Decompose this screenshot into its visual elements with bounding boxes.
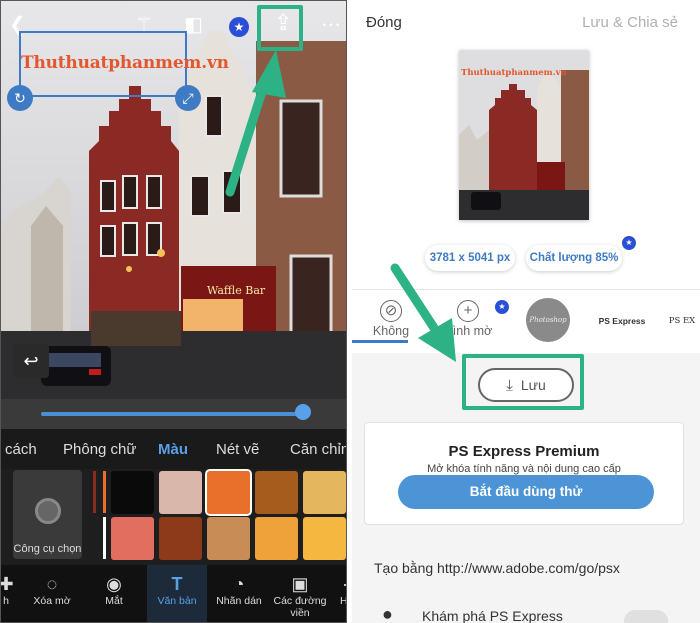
color-swatch[interactable] xyxy=(205,469,252,516)
svg-text:Waffle Bar: Waffle Bar xyxy=(207,284,266,297)
option-label: Hình mờ xyxy=(443,324,493,338)
nav-blur[interactable]: ◌ Xóa mờ xyxy=(25,565,79,622)
created-with-link[interactable]: Tạo bằng http://www.adobe.com/go/psx xyxy=(374,560,620,576)
blur-icon: ◌ xyxy=(46,574,58,594)
explore-toggle[interactable] xyxy=(624,610,668,623)
nav-heal[interactable]: ✚h xyxy=(1,565,23,622)
tool-label: Công cụ chọn xyxy=(13,543,82,555)
color-swatch[interactable] xyxy=(303,471,346,514)
color-swatch[interactable] xyxy=(111,517,154,560)
add-watermark-icon: + xyxy=(457,300,479,322)
explore-label: Khám phá PS Express xyxy=(422,608,563,623)
tab-font[interactable]: Phông chữ xyxy=(63,441,136,458)
preview-area: Thuthuatphanmem.vn 3781 x 5041 px Chất l… xyxy=(352,46,700,289)
color-picker: Công cụ chọn xyxy=(1,469,346,565)
watermark-text[interactable]: Thuthuatphanmem.vn xyxy=(21,53,229,73)
text-options-tabs: cách Phông chữ Màu Nét vẽ Căn chỉnh xyxy=(1,429,346,469)
option-label: Không xyxy=(372,324,410,338)
premium-star-icon: ★ xyxy=(622,236,636,250)
ps-express-logo: PS EX xyxy=(668,316,696,326)
more-icon[interactable]: ⋯ xyxy=(321,15,341,35)
nav-label: Các đường viền xyxy=(273,595,327,619)
color-swatch[interactable] xyxy=(159,517,202,560)
ps-express-seal: Photoshop Express xyxy=(526,298,570,368)
premium-star-icon: ★ xyxy=(495,300,509,314)
undo-icon[interactable]: ↩ xyxy=(13,344,49,378)
more-icon: · xyxy=(335,573,346,595)
nav-label: Mắt xyxy=(105,595,123,607)
share-highlight-box xyxy=(257,5,303,51)
start-trial-button[interactable]: Bắt đầu dùng thử xyxy=(398,475,654,509)
color-swatch[interactable] xyxy=(255,517,298,560)
watermark-option-logo[interactable]: PS Express xyxy=(596,290,648,354)
save-highlight-box xyxy=(462,354,584,410)
color-swatch[interactable] xyxy=(111,471,154,514)
color-swatch[interactable] xyxy=(207,517,250,560)
nav-label: Hi xyxy=(340,595,347,607)
premium-star-icon: ★ xyxy=(229,17,249,37)
slider-track[interactable] xyxy=(41,412,303,416)
watermark-option-seal[interactable]: Photoshop Express xyxy=(524,290,572,368)
eyedropper-icon xyxy=(35,498,61,524)
globe-icon: ● xyxy=(382,604,393,623)
premium-subtitle: Mở khóa tính năng và nội dung cao cấp xyxy=(427,463,621,475)
nav-eyes[interactable]: ◉ Mắt xyxy=(87,565,141,622)
header: Đóng Lưu & Chia sẻ xyxy=(352,0,700,46)
page-title: Lưu & Chia sẻ xyxy=(582,14,678,31)
left-editor-panel: Waffle Bar ❮ ⚚ ◧ ★ ⇪ ⋯ Thuthuatphanmem.v… xyxy=(0,0,347,623)
premium-title: PS Express Premium xyxy=(448,443,600,460)
tab-style[interactable]: cách xyxy=(5,441,37,458)
watermark-option-logo-alt[interactable]: PS EX xyxy=(662,290,700,354)
nav-label: Văn bản xyxy=(157,595,197,607)
sticker-icon: ◔ xyxy=(233,574,245,594)
resize-handle-icon[interactable]: ⤢ xyxy=(175,85,201,111)
watermark-option-custom[interactable]: + Hình mờ xyxy=(438,290,498,354)
quality-pill[interactable]: Chất lượng 85% xyxy=(526,245,622,271)
nav-text[interactable]: T Văn bản xyxy=(147,565,207,622)
close-button[interactable]: Đóng xyxy=(366,14,402,31)
nav-more[interactable]: ·Hi xyxy=(335,565,347,622)
save-share-panel: Đóng Lưu & Chia sẻ Thuthuatphanmem.vn 37… xyxy=(352,0,700,623)
hue-bar[interactable] xyxy=(93,471,96,513)
brightness-bar[interactable] xyxy=(103,517,106,559)
opacity-slider[interactable] xyxy=(1,399,346,429)
eye-icon: ◉ xyxy=(106,574,122,594)
watermark-option-none[interactable]: ⊘ Không xyxy=(366,290,416,354)
nav-label: Xóa mờ xyxy=(33,595,71,607)
color-swatch[interactable] xyxy=(255,471,298,514)
dimension-pill: 3781 x 5041 px xyxy=(425,245,515,271)
color-swatch[interactable] xyxy=(159,471,202,514)
color-swatch[interactable] xyxy=(303,517,346,560)
eyedropper-tool[interactable]: Công cụ chọn xyxy=(13,470,82,559)
nav-label: Nhãn dán xyxy=(216,595,262,607)
no-watermark-icon: ⊘ xyxy=(380,300,402,322)
rotate-handle-icon[interactable]: ↻ xyxy=(7,85,33,111)
bandage-icon: ✚ xyxy=(1,573,23,595)
hue-bar-accent[interactable] xyxy=(103,471,106,513)
watermark-options: ⊘ Không + Hình mờ ★ Photoshop Express PS E… xyxy=(352,289,700,368)
image-thumbnail: Thuthuatphanmem.vn xyxy=(459,50,589,220)
tab-stroke[interactable]: Nét vẽ xyxy=(216,441,259,458)
premium-card: PS Express Premium Mở khóa tính năng và … xyxy=(364,422,684,525)
slider-thumb[interactable] xyxy=(295,404,311,420)
border-icon: ▣ xyxy=(291,574,309,594)
bottom-tool-nav: ✚h ◌Xóa mờ ◉Mắt TVăn bản ◔Nhãn dán ▣Các … xyxy=(1,565,347,622)
tab-color[interactable]: Màu xyxy=(158,441,188,458)
nav-sticker[interactable]: ◔ Nhãn dán xyxy=(211,565,267,622)
nav-borders[interactable]: ▣ Các đường viền xyxy=(269,565,331,622)
thumb-watermark-text: Thuthuatphanmem.vn xyxy=(461,68,567,78)
tab-align[interactable]: Căn chỉnh xyxy=(290,441,346,458)
ps-express-logo: PS Express xyxy=(598,316,646,326)
selected-option-underline xyxy=(352,340,408,343)
text-icon: T xyxy=(171,574,183,594)
nav-label: h xyxy=(3,595,9,607)
